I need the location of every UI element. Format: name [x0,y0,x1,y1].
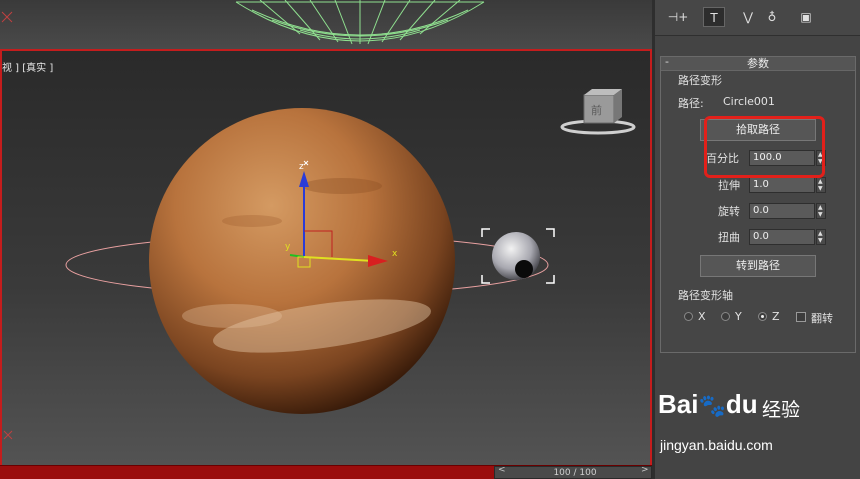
make-unique-icon[interactable]: ⋁ [737,7,759,27]
highlight-annotation [704,116,825,178]
flip-label: 翻转 [811,312,833,325]
path-label: 路径: [678,97,704,110]
scene: x y z 前 [3,89,636,440]
gizmo-axis-y-label: y [285,242,291,252]
path-value: Circle001 [723,95,775,108]
axis-z-label: Z [772,310,780,323]
gizmo-axis-x-label: x [392,249,398,259]
rotation-label: 旋转 [718,205,740,218]
move-to-path-button[interactable]: 转到路径 [700,255,816,277]
baidu-jingyan-watermark: Bai🐾du 经验 jingyan.baidu.com [656,385,856,465]
path-deform-group-title: 路径变形 [678,74,722,87]
stretch-spinner[interactable]: ▲ ▼ [816,177,826,193]
twist-field[interactable]: 0.0 [749,229,815,245]
wireframe-dome [1,0,485,45]
stretch-label: 拉伸 [718,179,740,192]
parameters-rollout: - 参数 路径变形 路径: Circle001 拾取路径 百分比 100.0 ▲… [660,55,856,353]
watermark-product: 经验 [762,399,801,421]
command-panel-toolbar: ⊣+ T ⋁ ♁ ▣ [655,0,860,36]
pin-stack-icon[interactable]: ⊣+ [667,7,689,27]
show-end-result-icon[interactable]: T [703,7,725,27]
axis-z-radio[interactable] [758,312,767,321]
rollout-title: 参数 [747,57,769,70]
rollout-header[interactable]: - 参数 [661,55,855,71]
moon-sphere[interactable] [481,228,555,284]
stretch-field[interactable]: 1.0 [749,177,815,193]
perspective-viewport[interactable]: 视 ] [真实 ] x y z 前 [0,49,652,479]
twist-spinner[interactable]: ▲ ▼ [816,229,826,245]
planet-sphere[interactable] [149,108,455,414]
time-prev-arrow[interactable]: < [498,465,506,475]
time-readout: 100 / 100 [553,468,597,478]
watermark-url: jingyan.baidu.com [660,437,773,453]
watermark-brand: Bai🐾du [658,389,758,419]
twist-label: 扭曲 [718,231,740,244]
top-viewport[interactable] [0,0,652,49]
viewcube-front-label: 前 [591,103,602,117]
axis-x-radio[interactable] [684,312,693,321]
rotation-field[interactable]: 0.0 [749,203,815,219]
deform-axis-group-title: 路径变形轴 [678,289,733,302]
paw-icon: 🐾 [698,393,726,418]
viewcube[interactable]: 前 [560,89,636,135]
flip-checkbox[interactable] [796,312,806,322]
rotation-spinner[interactable]: ▲ ▼ [816,203,826,219]
time-slider[interactable]: < 100 / 100 > [494,465,652,479]
collapse-icon[interactable]: - [665,55,669,69]
origin-marker [3,430,13,440]
remove-modifier-icon[interactable]: ♁ [761,7,783,27]
axis-y-radio[interactable] [721,312,730,321]
gizmo-axis-z-label: z [299,162,304,172]
axis-y-label: Y [735,310,742,323]
time-next-arrow[interactable]: > [641,465,649,475]
axis-x-label: X [698,310,706,323]
configure-sets-icon[interactable]: ▣ [795,7,817,27]
